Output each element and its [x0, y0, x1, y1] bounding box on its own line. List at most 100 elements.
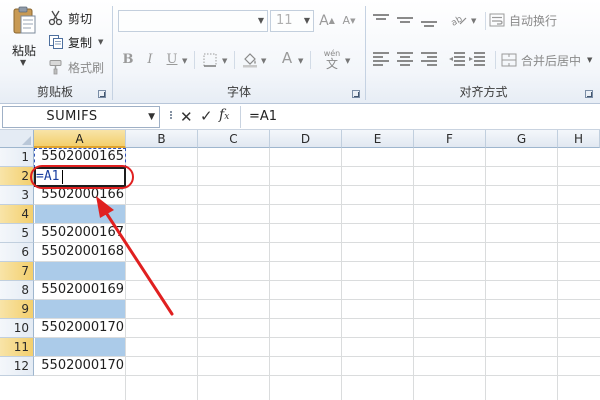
row-header-5[interactable]: 5 [0, 224, 34, 243]
paint-bucket-icon [243, 53, 257, 68]
column-header-c[interactable]: C [198, 130, 270, 148]
group-divider [365, 6, 366, 100]
column-header-h[interactable]: H [558, 130, 600, 148]
select-all-corner[interactable] [0, 130, 34, 148]
column-header-b[interactable]: B [126, 130, 198, 148]
column-header-e[interactable]: E [342, 130, 414, 148]
font-size-value: 11 [276, 13, 293, 28]
align-right-icon[interactable] [421, 52, 437, 66]
cancel-entry-icon[interactable]: ✕ [180, 108, 193, 126]
cut-button[interactable]: 剪切 [48, 8, 92, 28]
font-color-dropdown-arrow[interactable]: ▼ [298, 57, 303, 65]
merge-center-label: 合并后居中 [521, 53, 582, 68]
decrease-indent-icon[interactable] [449, 52, 465, 66]
decrease-font-size-button[interactable]: A▼ [339, 11, 359, 31]
paste-button[interactable]: 粘贴 ▼ [6, 4, 42, 72]
name-box-dropdown-arrow[interactable]: ▼ [148, 112, 155, 122]
wrap-text-icon [489, 13, 505, 27]
formula-bar-grip[interactable] [166, 110, 176, 124]
merge-center-button[interactable]: 合并后居中 ▼ [501, 50, 592, 70]
toolbar-separator [495, 51, 496, 69]
cell-a4[interactable] [35, 205, 125, 223]
italic-button[interactable]: I [140, 50, 160, 70]
row-header-3[interactable]: 3 [0, 186, 34, 205]
format-painter-button[interactable]: 格式刷 [48, 57, 104, 77]
fx-subscript: x [224, 112, 230, 122]
bottom-align-icon[interactable] [421, 14, 437, 28]
toolbar-separator [234, 51, 235, 69]
clipboard-group-label: 剪贴板 [36, 85, 73, 99]
font-size-combo[interactable]: 11 ▼ [270, 10, 314, 32]
cell-a5[interactable]: 5502000167 [35, 224, 125, 242]
row-header-6[interactable]: 6 [0, 243, 34, 262]
increase-indent-icon[interactable] [469, 52, 485, 66]
copy-button[interactable]: 复制 ▼ [48, 32, 103, 52]
cell-a9[interactable] [35, 300, 125, 318]
phonetic-dropdown-arrow[interactable]: ▼ [345, 57, 350, 65]
name-box-value: SUMIFS [46, 109, 98, 124]
column-header-g[interactable]: G [486, 130, 558, 148]
row-header-1[interactable]: 1 [0, 148, 34, 167]
font-group-label: 字体 [226, 85, 251, 99]
formula-value: =A1 [249, 109, 278, 124]
cell-a8[interactable]: 5502000169 [35, 281, 125, 299]
font-name-dropdown-arrow[interactable]: ▼ [258, 16, 264, 25]
clipboard-dialog-launcher[interactable] [98, 90, 106, 98]
alignment-dialog-launcher[interactable] [585, 90, 593, 98]
underline-dropdown-arrow[interactable]: ▼ [182, 57, 187, 65]
cell-a7[interactable] [35, 262, 125, 280]
copy-dropdown-arrow[interactable]: ▼ [98, 38, 103, 46]
align-left-icon[interactable] [373, 52, 389, 66]
orientation-icon: ab [450, 14, 467, 29]
paintbrush-icon [49, 60, 62, 75]
row-header-12[interactable]: 12 [0, 357, 34, 376]
font-name-combo[interactable]: ▼ [118, 10, 268, 32]
middle-align-icon[interactable] [397, 14, 413, 28]
formula-input[interactable]: =A1 [240, 106, 600, 128]
cell-a10[interactable]: 5502000170 [35, 319, 125, 337]
row-gridline [34, 375, 600, 376]
row-header-8[interactable]: 8 [0, 281, 34, 300]
wrap-text-button[interactable]: 自动换行 [489, 10, 557, 30]
row-header-11[interactable]: 11 [0, 338, 34, 357]
font-color-glyph: A [281, 49, 293, 67]
font-group: ▼ 11 ▼ A▲ A▼ B I U ▼ ▼ ▼ A ▼ wén 文 ▼ 字体 [114, 0, 364, 104]
scissors-icon [48, 10, 63, 26]
row-header-9[interactable]: 9 [0, 300, 34, 319]
row-header-2[interactable]: 2 [0, 167, 34, 186]
text-orientation-button[interactable]: ab [449, 10, 469, 30]
column-header-f[interactable]: F [414, 130, 486, 148]
merge-dropdown-arrow[interactable]: ▼ [587, 56, 592, 64]
fill-color-button[interactable] [240, 50, 260, 70]
row-header-10[interactable]: 10 [0, 319, 34, 338]
name-box[interactable]: SUMIFS ▼ [2, 106, 160, 128]
cut-label: 剪切 [68, 11, 93, 26]
paste-dropdown-arrow[interactable]: ▼ [20, 58, 26, 67]
clipboard-group: 粘贴 ▼ 剪切 复制 ▼ 格式刷 剪贴板 [0, 0, 110, 104]
fill-color-dropdown-arrow[interactable]: ▼ [261, 57, 266, 65]
column-header-a[interactable]: A [34, 130, 126, 148]
align-center-icon[interactable] [397, 52, 413, 66]
orientation-dropdown-arrow[interactable]: ▼ [471, 17, 476, 25]
top-align-icon[interactable] [373, 14, 389, 28]
cell-a11[interactable] [35, 338, 125, 356]
phonetic-guide-button[interactable]: wén 文 [322, 48, 342, 70]
toolbar-separator [194, 51, 195, 69]
font-size-dropdown-arrow[interactable]: ▼ [304, 16, 310, 25]
row-header-7[interactable]: 7 [0, 262, 34, 281]
cell-a12[interactable]: 5502000170 [35, 357, 125, 375]
cell-a6[interactable]: 5502000168 [35, 243, 125, 261]
row-header-4[interactable]: 4 [0, 205, 34, 224]
toolbar-separator [485, 12, 486, 30]
bold-button[interactable]: B [118, 50, 138, 70]
font-color-button[interactable]: A [277, 48, 297, 68]
column-header-d[interactable]: D [270, 130, 342, 148]
borders-button[interactable] [200, 50, 220, 70]
underline-button[interactable]: U [162, 50, 182, 70]
alignment-group: ab ▼ 自动换行 合并后居中 ▼ 对齐方式 [367, 0, 600, 104]
increase-font-size-button[interactable]: A▲ [317, 11, 337, 31]
borders-dropdown-arrow[interactable]: ▼ [222, 57, 227, 65]
confirm-entry-icon[interactable]: ✓ [200, 107, 213, 125]
font-dialog-launcher[interactable] [352, 90, 360, 98]
insert-function-button[interactable]: fx [219, 107, 229, 123]
